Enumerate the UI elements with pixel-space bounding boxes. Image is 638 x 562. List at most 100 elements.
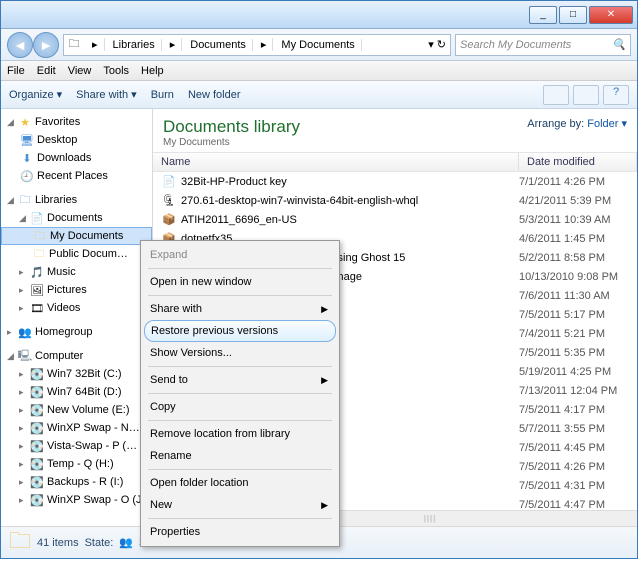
file-date: 7/5/2011 4:47 PM — [519, 499, 637, 511]
column-headers: Name Date modified — [153, 152, 637, 172]
state-label: State: — [85, 537, 114, 549]
file-date: 10/13/2010 9:08 PM — [519, 271, 637, 283]
tree-videos[interactable]: ▸🎞Videos — [1, 299, 152, 317]
file-date: 7/5/2011 4:45 PM — [519, 442, 637, 454]
tree-drive[interactable]: ▸💽Vista-Swap - P (… — [1, 437, 152, 455]
organize-button[interactable]: Organize ▾ — [9, 88, 62, 101]
tree-recent[interactable]: 🕘Recent Places — [1, 167, 152, 185]
file-date: 7/5/2011 5:35 PM — [519, 347, 637, 359]
file-date: 7/5/2011 4:31 PM — [519, 480, 637, 492]
file-row[interactable]: 📦ATIH2011_6696_en-US5/3/2011 10:39 AM — [153, 210, 637, 229]
tree-downloads[interactable]: ⬇Downloads — [1, 149, 152, 167]
libraries-icon: 🗀 — [66, 37, 82, 53]
library-title: Documents library — [163, 117, 300, 137]
search-input[interactable]: Search My Documents 🔍 — [455, 34, 631, 56]
ctx-share-with[interactable]: Share with▶ — [144, 298, 336, 320]
file-date: 7/4/2011 5:21 PM — [519, 328, 637, 340]
menu-tools[interactable]: Tools — [103, 65, 129, 77]
menu-edit[interactable]: Edit — [37, 65, 56, 77]
ctx-send-to[interactable]: Send to▶ — [144, 369, 336, 391]
tree-desktop[interactable]: 🖥Desktop — [1, 131, 152, 149]
tree-drive[interactable]: ▸💽Backups - R (I:) — [1, 473, 152, 491]
tree-drive[interactable]: ▸💽New Volume (E:) — [1, 401, 152, 419]
chevron-right-icon: ▶ — [321, 500, 328, 511]
file-date: 4/6/2011 1:45 PM — [519, 233, 637, 245]
context-menu: Expand Open in new window Share with▶ Re… — [140, 240, 340, 547]
file-date: 5/19/2011 4:25 PM — [519, 366, 637, 378]
file-date: 5/2/2011 8:58 PM — [519, 252, 637, 264]
crumb-mydocs[interactable]: My Documents — [273, 39, 361, 51]
tree-drive[interactable]: ▸💽Temp - Q (H:) — [1, 455, 152, 473]
tree-publicdocs[interactable]: 🗀Public Docum… — [1, 245, 152, 263]
new-folder-button[interactable]: New folder — [188, 89, 241, 101]
refresh-icon[interactable]: ↻ — [437, 39, 446, 51]
ctx-new[interactable]: New▶ — [144, 494, 336, 516]
chevron-right-icon: ▶ — [321, 375, 328, 386]
file-row[interactable]: 🗜270.61-desktop-win7-winvista-64bit-engl… — [153, 191, 637, 210]
ctx-properties[interactable]: Properties — [144, 521, 336, 543]
tree-homegroup[interactable]: ▸👥Homegroup — [1, 323, 152, 341]
view-mode-button[interactable] — [543, 85, 569, 105]
folder-icon: 🗀 — [9, 524, 31, 562]
library-header: Documents library My Documents Arrange b… — [153, 109, 637, 152]
back-button[interactable]: ◄ — [7, 32, 33, 58]
ctx-restore-previous[interactable]: Restore previous versions — [144, 320, 336, 342]
ctx-expand: Expand — [144, 244, 336, 266]
file-date: 5/3/2011 10:39 AM — [519, 214, 637, 226]
menu-view[interactable]: View — [68, 65, 92, 77]
tree-pictures[interactable]: ▸🖼Pictures — [1, 281, 152, 299]
crumb-libraries[interactable]: Libraries — [105, 39, 162, 51]
menu-help[interactable]: Help — [141, 65, 164, 77]
burn-button[interactable]: Burn — [151, 89, 174, 101]
tree-drive[interactable]: ▸💽Win7 32Bit (C:) — [1, 365, 152, 383]
close-button[interactable]: ✕ — [589, 6, 633, 24]
col-name[interactable]: Name — [153, 153, 519, 171]
pictures-icon: 🖼 — [29, 283, 45, 297]
tree-drive[interactable]: ▸💽WinXP Swap - O (J:) — [1, 491, 152, 509]
file-date: 4/21/2011 5:39 PM — [519, 195, 637, 207]
file-date: 7/5/2011 4:26 PM — [519, 461, 637, 473]
ctx-remove-location[interactable]: Remove location from library — [144, 423, 336, 445]
tree-libraries[interactable]: ◢🗀Libraries — [1, 191, 152, 209]
tree-favorites[interactable]: ◢★Favorites — [1, 113, 152, 131]
ctx-open-new-window[interactable]: Open in new window — [144, 271, 336, 293]
col-date[interactable]: Date modified — [519, 153, 637, 171]
address-bar[interactable]: 🗀 ▸ Libraries ▸ Documents ▸ My Documents… — [63, 34, 451, 56]
ctx-copy[interactable]: Copy — [144, 396, 336, 418]
drive-icon: 💽 — [29, 421, 45, 435]
folder-icon: 🗀 — [32, 229, 48, 243]
file-row[interactable]: 📄32Bit-HP-Product key7/1/2011 4:26 PM — [153, 172, 637, 191]
file-icon: 📄 — [161, 175, 177, 188]
tree-music[interactable]: ▸🎵Music — [1, 263, 152, 281]
ctx-open-folder-location[interactable]: Open folder location — [144, 472, 336, 494]
nav-bar: ◄ ► 🗀 ▸ Libraries ▸ Documents ▸ My Docum… — [1, 29, 637, 61]
ctx-rename[interactable]: Rename — [144, 445, 336, 467]
file-date: 7/5/2011 5:17 PM — [519, 309, 637, 321]
maximize-button[interactable]: □ — [559, 6, 587, 24]
menu-file[interactable]: File — [7, 65, 25, 77]
shared-icon: 👥 — [119, 536, 133, 549]
crumb-documents[interactable]: Documents — [182, 39, 253, 51]
tree-computer[interactable]: ◢🖳Computer — [1, 347, 152, 365]
tree-mydocuments[interactable]: 🗀My Documents — [1, 227, 152, 245]
help-button[interactable]: ? — [603, 85, 629, 105]
item-count: 41 items — [37, 537, 79, 549]
music-icon: 🎵 — [29, 265, 45, 279]
preview-pane-button[interactable] — [573, 85, 599, 105]
drive-icon: 💽 — [29, 439, 45, 453]
share-with-button[interactable]: Share with ▾ — [76, 88, 137, 101]
tree-drive[interactable]: ▸💽WinXP Swap - N… — [1, 419, 152, 437]
drive-icon: 💽 — [29, 367, 45, 381]
menu-bar: File Edit View Tools Help — [1, 61, 637, 81]
forward-button[interactable]: ► — [33, 32, 59, 58]
downloads-icon: ⬇ — [19, 151, 35, 165]
recent-icon: 🕘 — [19, 169, 35, 183]
tree-documents[interactable]: ◢📄Documents — [1, 209, 152, 227]
chevron-right-icon: ▶ — [321, 304, 328, 315]
ctx-show-versions[interactable]: Show Versions... — [144, 342, 336, 364]
arrange-by-link[interactable]: Folder ▾ — [587, 118, 627, 130]
computer-icon: 🖳 — [17, 349, 33, 363]
tree-drive[interactable]: ▸💽Win7 64Bit (D:) — [1, 383, 152, 401]
file-icon: 🗜 — [161, 194, 177, 207]
minimize-button[interactable]: _ — [529, 6, 557, 24]
